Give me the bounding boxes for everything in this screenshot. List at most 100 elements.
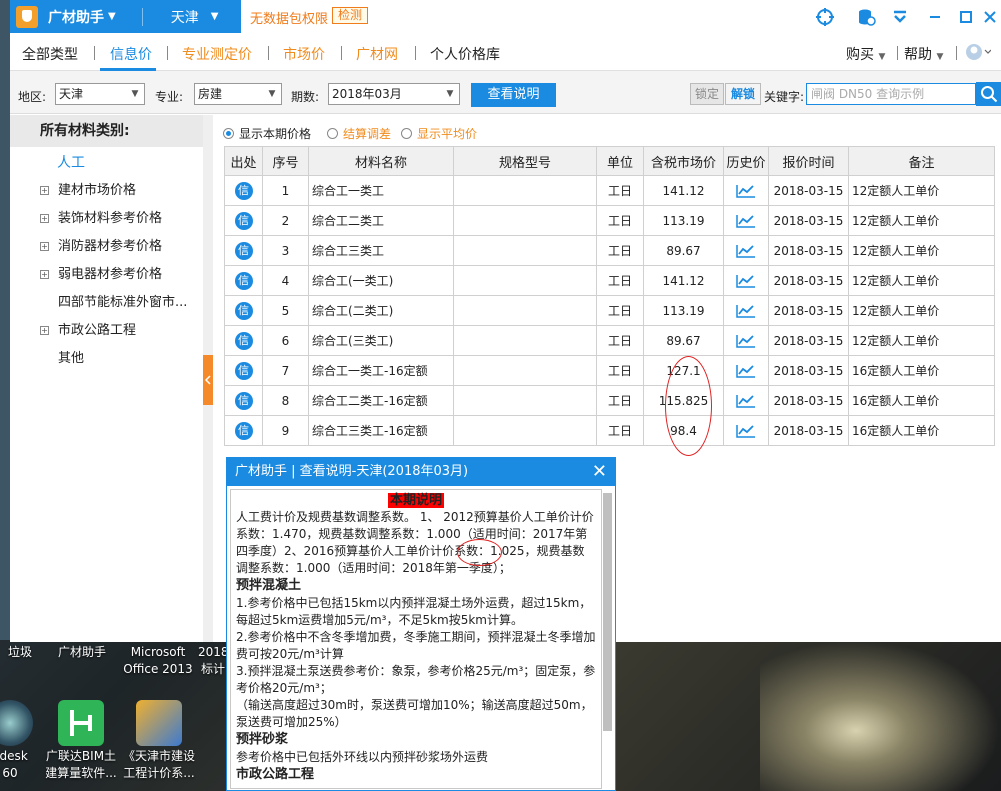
source-cell[interactable]: 信 bbox=[224, 265, 263, 296]
user-avatar-icon[interactable] bbox=[965, 42, 992, 66]
desktop-icon-autodesk[interactable]: odesk 60 bbox=[0, 700, 40, 782]
sidebar-item-low-voltage[interactable]: + 弱电器材参考价格 bbox=[10, 264, 203, 286]
sidebar-item-windows[interactable]: 四部节能标准外窗市... bbox=[58, 292, 187, 314]
info-source-badge[interactable]: 信 bbox=[234, 241, 253, 260]
history-cell[interactable] bbox=[723, 205, 769, 236]
history-cell[interactable] bbox=[723, 295, 769, 326]
history-cell[interactable] bbox=[723, 415, 769, 446]
keyword-input[interactable]: 闸阀 DN50 查询示例 bbox=[806, 83, 976, 105]
table-row[interactable]: 信 7 综合工一类工-16定额 工日 127.1 2018-03-15 16定额人工单价 bbox=[224, 355, 995, 386]
table-row[interactable]: 信 1 综合工一类工 工日 141.12 2018-03-15 12定额人工单价 bbox=[224, 175, 995, 206]
trend-chart-icon[interactable] bbox=[736, 304, 756, 318]
tab-all-types[interactable]: 全部类型 bbox=[22, 44, 78, 64]
history-cell[interactable] bbox=[723, 175, 769, 206]
col-material-name[interactable]: 材料名称 bbox=[308, 146, 454, 176]
desktop-label-office[interactable]: Microsoft Office 2013 bbox=[118, 644, 198, 678]
radio-show-current[interactable]: 显示本期价格 bbox=[223, 125, 311, 142]
sidebar-item-other[interactable]: 其他 bbox=[58, 348, 84, 370]
sidebar-item-labor[interactable]: 人工 bbox=[57, 152, 85, 174]
table-row[interactable]: 信 4 综合工(一类工) 工日 141.12 2018-03-15 12定额人工单价 bbox=[224, 265, 995, 296]
info-source-badge[interactable]: 信 bbox=[234, 361, 253, 380]
table-row[interactable]: 信 9 综合工三类工-16定额 工日 98.4 2018-03-15 16定额人工单价 bbox=[224, 415, 995, 446]
col-source[interactable]: 出处 bbox=[224, 146, 263, 176]
col-quote-time[interactable]: 报价时间 bbox=[768, 146, 849, 176]
info-source-badge[interactable]: 信 bbox=[234, 391, 253, 410]
close-icon[interactable]: ✕ bbox=[592, 458, 607, 486]
radio-average[interactable]: 显示平均价 bbox=[401, 125, 477, 142]
sidebar-collapse-handle[interactable] bbox=[203, 355, 213, 405]
table-row[interactable]: 信 2 综合工二类工 工日 113.19 2018-03-15 12定额人工单价 bbox=[224, 205, 995, 236]
expand-icon[interactable]: + bbox=[40, 186, 49, 195]
history-cell[interactable] bbox=[723, 355, 769, 386]
buy-menu[interactable]: 购买 ▼ bbox=[846, 44, 885, 64]
tab-professional-price[interactable]: 专业测定价 bbox=[182, 44, 252, 64]
desktop-icon-glodon-bim[interactable]: 广联达BIM土 建算量软件... bbox=[42, 700, 120, 782]
sidebar-item-decoration[interactable]: + 装饰材料参考价格 bbox=[10, 208, 203, 230]
dialog-scrollbar[interactable] bbox=[603, 493, 612, 731]
source-cell[interactable]: 信 bbox=[224, 355, 263, 386]
trend-chart-icon[interactable] bbox=[736, 334, 756, 348]
source-cell[interactable]: 信 bbox=[224, 235, 263, 266]
expand-icon[interactable]: + bbox=[40, 242, 49, 251]
table-row[interactable]: 信 3 综合工三类工 工日 89.67 2018-03-15 12定额人工单价 bbox=[224, 235, 995, 266]
table-row[interactable]: 信 6 综合工(三类工) 工日 89.67 2018-03-15 12定额人工单价 bbox=[224, 325, 995, 356]
source-cell[interactable]: 信 bbox=[224, 295, 263, 326]
desktop-label-2018[interactable]: 2018 标计 bbox=[198, 644, 229, 678]
source-cell[interactable]: 信 bbox=[224, 415, 263, 446]
sidebar-item-fire[interactable]: + 消防器材参考价格 bbox=[10, 236, 203, 258]
table-row[interactable]: 信 8 综合工二类工-16定额 工日 115.825 2018-03-15 16定额人工单价 bbox=[224, 385, 995, 416]
expand-icon[interactable]: + bbox=[40, 214, 49, 223]
app-menu-caret-icon[interactable]: ▼ bbox=[108, 11, 116, 22]
col-note[interactable]: 备注 bbox=[848, 146, 995, 176]
tab-gc-web[interactable]: 广材网 bbox=[356, 44, 398, 64]
radio-settlement[interactable]: 结算调差 bbox=[327, 125, 391, 142]
col-unit[interactable]: 单位 bbox=[596, 146, 644, 176]
region-select[interactable]: 天津 ▼ bbox=[55, 83, 145, 105]
history-cell[interactable] bbox=[723, 385, 769, 416]
tab-info-price[interactable]: 信息价 bbox=[110, 44, 152, 64]
expand-icon[interactable]: + bbox=[40, 326, 49, 335]
expand-icon[interactable]: + bbox=[40, 270, 49, 279]
source-cell[interactable]: 信 bbox=[224, 325, 263, 356]
history-cell[interactable] bbox=[723, 235, 769, 266]
sidebar-item-municipal[interactable]: + 市政公路工程 bbox=[10, 320, 203, 342]
table-row[interactable]: 信 5 综合工(二类工) 工日 113.19 2018-03-15 12定额人工单价 bbox=[224, 295, 995, 326]
info-source-badge[interactable]: 信 bbox=[234, 421, 253, 440]
col-spec[interactable]: 规格型号 bbox=[453, 146, 597, 176]
source-cell[interactable]: 信 bbox=[224, 385, 263, 416]
close-icon[interactable] bbox=[980, 7, 1000, 27]
info-source-badge[interactable]: 信 bbox=[234, 181, 253, 200]
lock-button[interactable]: 锁定 bbox=[690, 83, 724, 105]
desktop-label-gcassistant[interactable]: 广材助手 bbox=[50, 644, 114, 661]
city-selector[interactable]: 天津 bbox=[171, 7, 199, 27]
desktop-label-trash[interactable]: 垃圾 bbox=[0, 644, 40, 661]
view-notes-button[interactable]: 查看说明 bbox=[471, 83, 556, 107]
trend-chart-icon[interactable] bbox=[736, 274, 756, 288]
sidebar-item-building-materials[interactable]: + 建材市场价格 bbox=[10, 180, 203, 202]
database-icon[interactable] bbox=[856, 7, 876, 27]
unlock-button[interactable]: 解锁 bbox=[725, 83, 761, 105]
info-source-badge[interactable]: 信 bbox=[234, 211, 253, 230]
city-caret-icon[interactable]: ▼ bbox=[211, 11, 219, 22]
history-cell[interactable] bbox=[723, 265, 769, 296]
trend-chart-icon[interactable] bbox=[736, 184, 756, 198]
tab-market-price[interactable]: 市场价 bbox=[283, 44, 325, 64]
info-source-badge[interactable]: 信 bbox=[234, 331, 253, 350]
target-icon[interactable] bbox=[815, 7, 835, 27]
info-source-badge[interactable]: 信 bbox=[234, 301, 253, 320]
col-seq[interactable]: 序号 bbox=[262, 146, 309, 176]
trend-chart-icon[interactable] bbox=[736, 424, 756, 438]
info-source-badge[interactable]: 信 bbox=[234, 271, 253, 290]
search-button[interactable] bbox=[976, 82, 1001, 106]
trend-chart-icon[interactable] bbox=[736, 244, 756, 258]
tab-personal-library[interactable]: 个人价格库 bbox=[430, 44, 500, 64]
col-history[interactable]: 历史价 bbox=[723, 146, 769, 176]
minimize-icon[interactable] bbox=[925, 7, 945, 27]
history-cell[interactable] bbox=[723, 325, 769, 356]
source-cell[interactable]: 信 bbox=[224, 175, 263, 206]
source-cell[interactable]: 信 bbox=[224, 205, 263, 236]
trend-chart-icon[interactable] bbox=[736, 364, 756, 378]
help-menu[interactable]: 帮助 ▼ bbox=[904, 44, 943, 64]
trend-chart-icon[interactable] bbox=[736, 214, 756, 228]
col-price[interactable]: 含税市场价 bbox=[643, 146, 724, 176]
